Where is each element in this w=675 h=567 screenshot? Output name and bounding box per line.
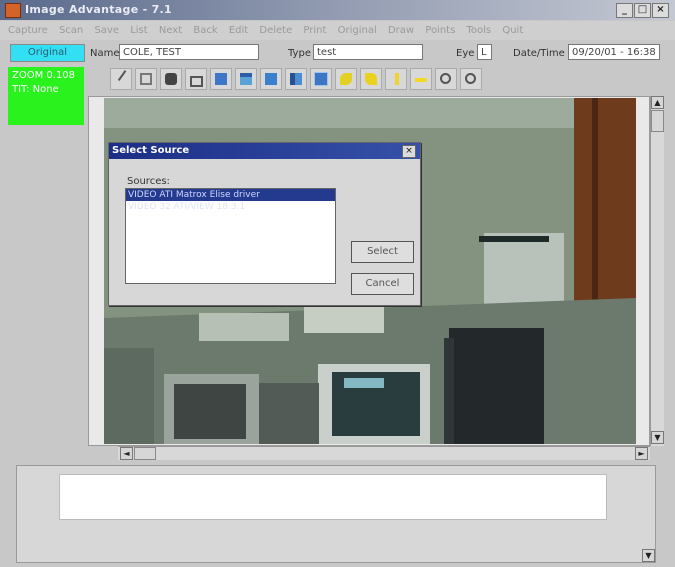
menu-edit[interactable]: Edit — [229, 25, 248, 36]
menu-print[interactable]: Print — [303, 25, 326, 36]
name-label: Name — [90, 48, 120, 59]
menu-quit[interactable]: Quit — [502, 25, 523, 36]
sources-list[interactable]: VIDEO ATI Matrox Elise driver VIDEO 32 A… — [125, 188, 336, 284]
text-tool-button[interactable] — [260, 68, 282, 90]
monitor-icon — [215, 73, 227, 85]
menu-capture[interactable]: Capture — [8, 25, 48, 36]
menu-save[interactable]: Save — [94, 25, 119, 36]
zoom-panel: ZOOM 0.108 TIT: None — [8, 67, 84, 125]
zoom-out-button[interactable] — [460, 68, 482, 90]
menu-list[interactable]: List — [130, 25, 147, 36]
maximize-button[interactable]: □ — [634, 3, 651, 18]
name-field[interactable]: COLE, TEST — [119, 44, 259, 60]
scroll-right-arrow[interactable]: ► — [635, 447, 648, 460]
menu-points[interactable]: Points — [425, 25, 455, 36]
grid-tool-button[interactable] — [310, 68, 332, 90]
print-tool-button[interactable] — [185, 68, 207, 90]
window-icon — [240, 73, 252, 85]
scroll-up-arrow[interactable]: ▲ — [651, 96, 664, 109]
menu-draw[interactable]: Draw — [388, 25, 414, 36]
flip-button[interactable] — [385, 68, 407, 90]
vertical-scroll-thumb[interactable] — [651, 110, 664, 132]
zoom-in-icon — [440, 73, 451, 84]
brightness-button[interactable] — [410, 68, 432, 90]
camera-tool-button[interactable] — [160, 68, 182, 90]
horizontal-scroll-thumb[interactable] — [134, 447, 156, 460]
zoom-readout: ZOOM 0.108 — [12, 70, 76, 81]
rotate-left-button[interactable] — [335, 68, 357, 90]
window-tool-button[interactable] — [235, 68, 257, 90]
draw-tool-button[interactable] — [110, 68, 137, 90]
zoom-out-icon — [465, 73, 476, 84]
type-field[interactable]: test — [313, 44, 423, 60]
menu-scan[interactable]: Scan — [59, 25, 83, 36]
notes-scroll-down-arrow[interactable]: ▼ — [642, 549, 655, 562]
menu-delete[interactable]: Delete — [259, 25, 292, 36]
menu-original[interactable]: Original — [338, 25, 377, 36]
eye-label: Eye — [456, 48, 475, 59]
source-item[interactable]: VIDEO ATI Matrox Elise driver — [126, 189, 335, 201]
select-button[interactable]: Select — [351, 241, 414, 263]
eye-field[interactable]: L — [477, 44, 492, 60]
datetime-label: Date/Time — [513, 48, 565, 59]
notes-textarea[interactable] — [59, 474, 607, 520]
monitor-tool-button[interactable] — [210, 68, 232, 90]
rotate-right-button[interactable] — [360, 68, 382, 90]
grid-icon — [314, 72, 328, 86]
text-icon — [265, 73, 277, 85]
vertical-scrollbar[interactable]: ▲ ▼ — [650, 96, 664, 446]
scroll-left-arrow[interactable]: ◄ — [120, 447, 133, 460]
toolbar — [88, 68, 648, 92]
draw-icon — [117, 70, 137, 88]
dialog-title: Select Source — [109, 143, 420, 159]
source-item[interactable]: VIDEO 32 ATI/VIEW 18.3.1 — [126, 201, 335, 213]
copy-icon — [140, 73, 152, 85]
brightness-icon — [415, 78, 427, 82]
menu-back[interactable]: Back — [193, 25, 217, 36]
compare-tool-button[interactable] — [285, 68, 307, 90]
cancel-button[interactable]: Cancel — [351, 273, 414, 295]
flip-icon — [395, 73, 399, 85]
select-source-dialog: Select Source × Sources: VIDEO ATI Matro… — [108, 142, 421, 306]
app-icon — [5, 3, 21, 18]
compare-icon — [290, 73, 302, 85]
title-bar: Image Advantage - 7.1 _ □ × — [0, 0, 675, 20]
zoom-in-button[interactable] — [435, 68, 457, 90]
rotate-right-icon — [365, 73, 377, 85]
horizontal-scrollbar[interactable]: ◄ ► — [118, 446, 650, 460]
mode-button[interactable]: Original — [10, 44, 85, 62]
notes-panel: ▼ — [16, 465, 656, 563]
menu-tools[interactable]: Tools — [467, 25, 492, 36]
close-button[interactable]: × — [652, 3, 669, 18]
rotate-left-icon — [340, 73, 352, 85]
menu-next[interactable]: Next — [159, 25, 182, 36]
dialog-close-button[interactable]: × — [402, 145, 416, 158]
menu-bar: Capture Scan Save List Next Back Edit De… — [0, 21, 675, 40]
minimize-button[interactable]: _ — [616, 3, 633, 18]
window-title: Image Advantage - 7.1 — [25, 3, 172, 16]
tilt-readout: TIT: None — [12, 84, 59, 95]
copy-tool-button[interactable] — [135, 68, 157, 90]
scroll-down-arrow[interactable]: ▼ — [651, 431, 664, 444]
print-icon — [190, 76, 203, 87]
info-bar: Original Name COLE, TEST Type test Eye L… — [0, 41, 675, 66]
type-label: Type — [288, 48, 311, 59]
camera-icon — [165, 73, 177, 85]
datetime-field[interactable]: 09/20/01 - 16:38 — [568, 44, 660, 60]
sources-label: Sources: — [127, 176, 170, 187]
